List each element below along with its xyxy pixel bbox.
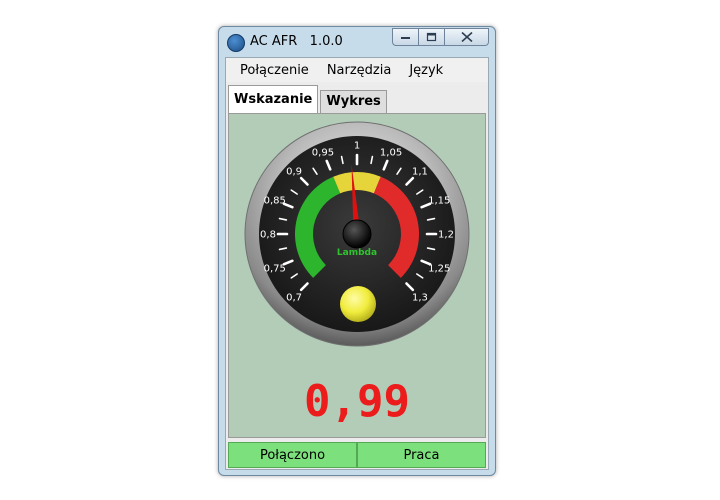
lambda-readout: 0,99	[304, 376, 410, 427]
app-window: AC AFR 1.0.0 Połączenie Narzędzia Język …	[218, 26, 496, 476]
minimize-icon	[401, 37, 410, 39]
client-area: Połączenie Narzędzia Język Wskazanie Wyk…	[225, 57, 489, 470]
tick-label: 0,7	[286, 292, 302, 303]
window-title: AC AFR 1.0.0	[250, 34, 343, 49]
tab-strip: Wskazanie Wykres	[228, 85, 389, 113]
tick-label: 0,75	[264, 264, 286, 275]
app-lambda-icon[interactable]	[227, 34, 245, 52]
tick-label: 0,9	[286, 167, 302, 178]
tick-label: 1	[354, 141, 360, 152]
tick-label: 0,85	[264, 195, 286, 206]
tick-label: 1,2	[438, 230, 454, 241]
tick-label: 0,8	[260, 230, 276, 241]
title-bar[interactable]: AC AFR 1.0.0	[219, 27, 495, 57]
menu-tools[interactable]: Narzędzia	[320, 63, 399, 78]
menu-language[interactable]: Język	[402, 63, 450, 78]
lambda-gauge: 0,7 0,75 0,8 0,85 0,9 0,95 1 1,05 1,1 1,15 1,2 1,25…	[244, 121, 470, 347]
tick-label: 1,15	[428, 195, 450, 206]
tick-label: 1,05	[380, 147, 402, 158]
minimize-button[interactable]	[392, 28, 419, 46]
tick-label: 1,25	[428, 264, 450, 275]
maximize-button[interactable]	[419, 28, 445, 46]
status-connection: Połączono	[228, 442, 357, 468]
menu-bar: Połączenie Narzędzia Język	[226, 58, 488, 82]
gauge-center-label: Lambda	[337, 248, 377, 258]
tab-chart[interactable]: Wykres	[320, 90, 387, 113]
close-icon	[460, 32, 473, 42]
tick-label: 0,95	[312, 147, 334, 158]
close-button[interactable]	[445, 28, 489, 46]
status-mode: Praca	[357, 442, 486, 468]
maximize-icon	[426, 32, 437, 42]
needle-hub	[342, 219, 372, 249]
tick-label: 1,3	[412, 292, 428, 303]
menu-connection[interactable]: Połączenie	[233, 63, 316, 78]
tick-label: 1,1	[412, 167, 428, 178]
gauge-panel: 0,7 0,75 0,8 0,85 0,9 0,95 1 1,05 1,1 1,15 1,2 1,25…	[228, 113, 486, 438]
tab-indication[interactable]: Wskazanie	[228, 85, 319, 113]
indicator-lamp	[340, 286, 376, 322]
status-bar: Połączono Praca	[228, 442, 486, 468]
